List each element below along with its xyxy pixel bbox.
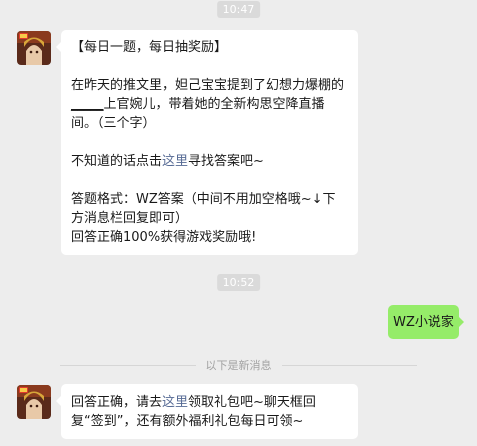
divider-line <box>281 364 417 366</box>
timestamp: 10:47 <box>216 1 261 18</box>
hint-text-start: 不知道的话点击 <box>71 154 163 169</box>
message-title: 【每日一题，每日抽奖励】 <box>71 40 228 55</box>
message-hint: 不知道的话点击这里寻找答案吧~ <box>71 152 348 171</box>
new-messages-label: 以下是新消息 <box>205 359 272 372</box>
hint-text-end: 寻找答案吧~ <box>188 154 264 169</box>
chat-message-bubble: 回答正确，请去这里领取礼包吧~聊天框回复“签到”，还有额外福利礼包每日可领~ <box>56 384 358 439</box>
hero-avatar-icon <box>17 31 51 65</box>
new-messages-divider: 以下是新消息 <box>60 356 417 374</box>
message-question: 在昨天的推文里，妲己宝宝提到了幻想力爆棚的 _____上官婉儿，带着她的全新构思空… <box>71 76 348 133</box>
hero-avatar-icon <box>17 385 51 419</box>
hint-link[interactable]: 这里 <box>162 154 188 169</box>
user-reply-text: WZ小说家 <box>393 314 454 330</box>
user-reply-bubble: WZ小说家 <box>388 305 464 339</box>
gift-link[interactable]: 这里 <box>162 395 188 410</box>
answer-blank: _____ <box>71 97 104 112</box>
divider-line <box>60 364 196 366</box>
official-account-avatar[interactable] <box>17 31 51 65</box>
question-text-start: 在昨天的推文里，妲己宝宝提到了幻想力爆棚的 <box>71 78 345 93</box>
message-format: 答题格式：WZ答案（中间不用加空格哦~↓下方消息栏回复即可） <box>71 192 336 226</box>
question-text-end: 上官婉儿，带着她的全新构思空降直播间。（三个字） <box>71 97 325 131</box>
reply-text-start: 回答正确，请去 <box>71 395 163 410</box>
official-account-avatar[interactable] <box>17 385 51 419</box>
chat-message-bubble: 【每日一题，每日抽奖励】 在昨天的推文里，妲己宝宝提到了幻想力爆棚的 _____上… <box>56 30 358 255</box>
reply-message: 回答正确，请去这里领取礼包吧~聊天框回复“签到”，还有额外福利礼包每日可领~ <box>71 393 348 431</box>
message-reward: 回答正确100%获得游戏奖励哦! <box>71 230 257 245</box>
timestamp: 10:52 <box>216 274 261 291</box>
